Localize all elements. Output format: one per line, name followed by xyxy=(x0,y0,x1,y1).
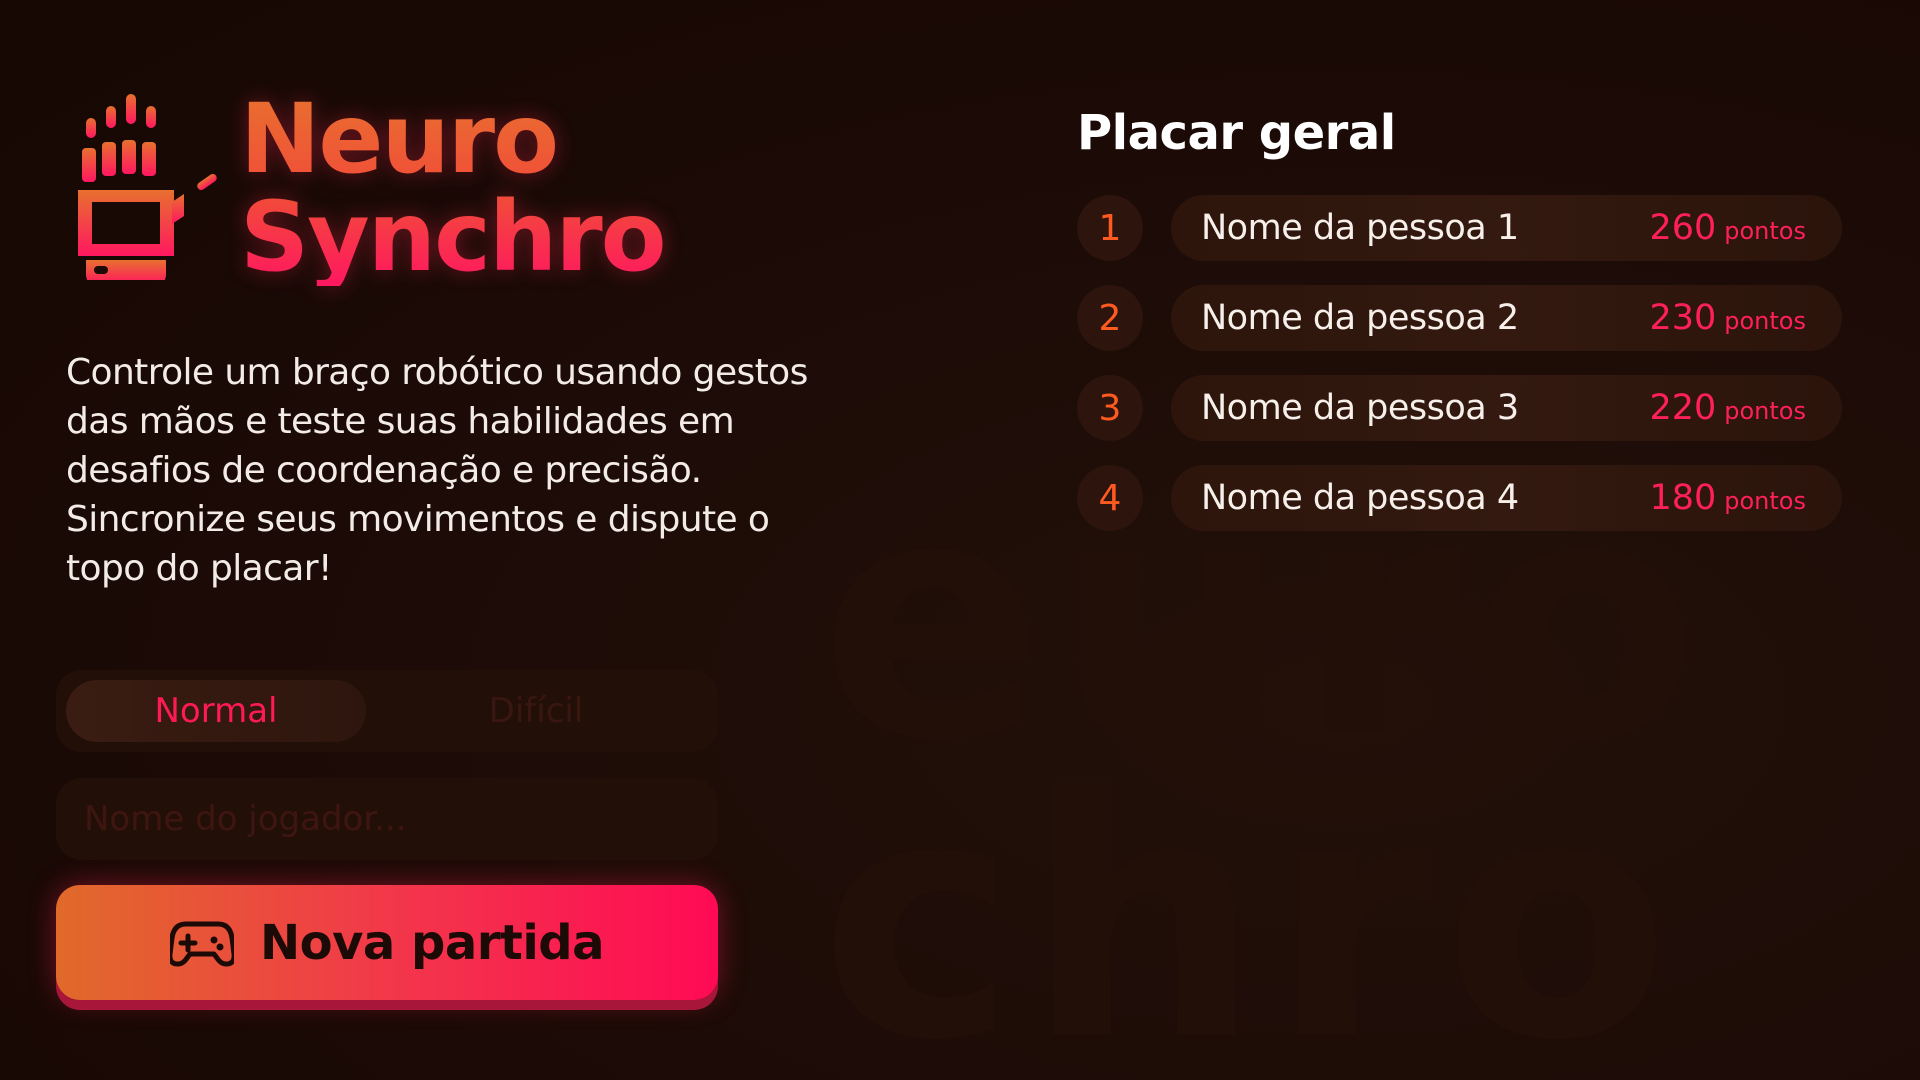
leaderboard-title: Placar geral xyxy=(1077,105,1396,161)
robotic-hand-icon xyxy=(78,94,217,280)
main-screen: euro chro Neuro Synchro Controle um braç… xyxy=(0,0,1920,1080)
new-game-label: Nova partida xyxy=(259,914,605,971)
rank-badge: 4 xyxy=(1077,465,1143,531)
player-score: 220 pontos xyxy=(1649,388,1806,428)
leaderboard-row: 1 Nome da pessoa 1 260 pontos xyxy=(1077,195,1842,261)
rank-badge: 2 xyxy=(1077,285,1143,351)
score-unit: pontos xyxy=(1724,487,1806,515)
gamepad-icon xyxy=(169,921,234,966)
leaderboard-row: 4 Nome da pessoa 4 180 pontos xyxy=(1077,465,1842,531)
leaderboard-row: 2 Nome da pessoa 2 230 pontos xyxy=(1077,285,1842,351)
score-unit: pontos xyxy=(1724,307,1806,335)
background-watermark: euro chro xyxy=(820,428,1709,1080)
player-score: 180 pontos xyxy=(1649,478,1806,518)
player-name-input[interactable] xyxy=(56,778,718,860)
score-unit: pontos xyxy=(1724,397,1806,425)
score-value: 260 xyxy=(1649,208,1717,248)
player-name: Nome da pessoa 3 xyxy=(1201,388,1519,428)
player-score: 230 pontos xyxy=(1649,298,1806,338)
score-value: 230 xyxy=(1649,298,1717,338)
logo: Neuro Synchro xyxy=(72,90,665,286)
player-score: 260 pontos xyxy=(1649,208,1806,248)
leaderboard-entry: Nome da pessoa 4 180 pontos xyxy=(1171,465,1842,531)
difficulty-hard-option[interactable]: Difícil xyxy=(386,680,686,742)
player-name: Nome da pessoa 4 xyxy=(1201,478,1519,518)
app-title-line2: Synchro xyxy=(240,181,665,293)
leaderboard-list: 1 Nome da pessoa 1 260 pontos 2 Nome da … xyxy=(1077,195,1842,555)
new-game-button[interactable]: Nova partida xyxy=(56,885,718,1000)
player-name: Nome da pessoa 1 xyxy=(1201,208,1519,248)
score-unit: pontos xyxy=(1724,217,1806,245)
leaderboard-entry: Nome da pessoa 1 260 pontos xyxy=(1171,195,1842,261)
rank-badge: 3 xyxy=(1077,375,1143,441)
rank-badge: 1 xyxy=(1077,195,1143,261)
leaderboard-entry: Nome da pessoa 2 230 pontos xyxy=(1171,285,1842,351)
app-description: Controle um braço robótico usando gestos… xyxy=(66,352,808,589)
score-value: 220 xyxy=(1649,388,1717,428)
app-title: Neuro Synchro xyxy=(240,90,665,286)
difficulty-normal-option[interactable]: Normal xyxy=(66,680,366,742)
leaderboard-entry: Nome da pessoa 3 220 pontos xyxy=(1171,375,1842,441)
score-value: 180 xyxy=(1649,478,1717,518)
difficulty-toggle: Normal Difícil xyxy=(56,670,718,752)
leaderboard-row: 3 Nome da pessoa 3 220 pontos xyxy=(1077,375,1842,441)
app-title-line1: Neuro xyxy=(240,83,558,195)
player-name: Nome da pessoa 2 xyxy=(1201,298,1519,338)
